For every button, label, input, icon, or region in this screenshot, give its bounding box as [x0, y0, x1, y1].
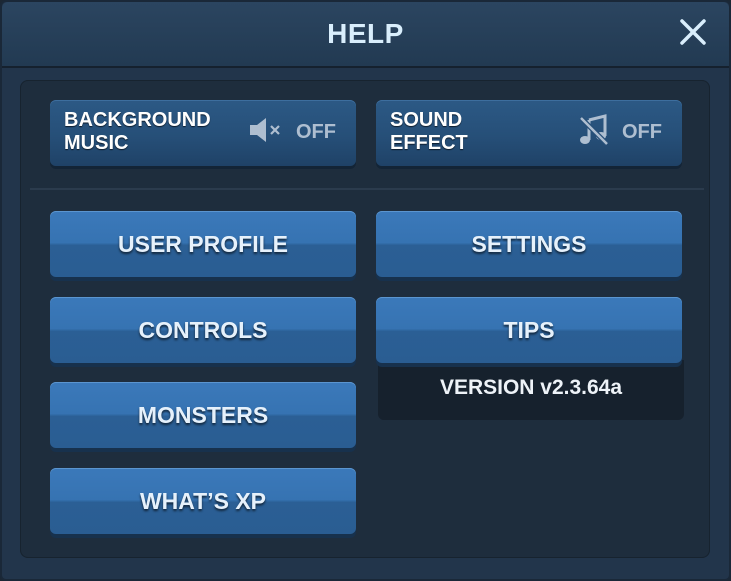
divider	[30, 188, 704, 190]
whats-xp-button[interactable]: WHAT’S XP	[50, 468, 356, 534]
sound-effect-label-line1: SOUND	[390, 109, 463, 131]
sound-effect-label: SOUND EFFECT	[390, 109, 468, 155]
background-music-label-line1: BACKGROUND	[64, 109, 211, 131]
background-music-toggle[interactable]: BACKGROUND MUSIC OFF	[50, 100, 356, 166]
help-dialog: HELP BACKGROUND MUSIC OFF SOUND EFFECT O…	[0, 0, 731, 581]
sound-effect-toggle[interactable]: SOUND EFFECT OFF	[376, 100, 682, 166]
background-music-state: OFF	[296, 121, 336, 143]
monsters-button[interactable]: MONSTERS	[50, 382, 356, 448]
controls-button[interactable]: CONTROLS	[50, 297, 356, 363]
sound-effect-label-line2: EFFECT	[390, 132, 468, 154]
dialog-title: HELP	[327, 18, 404, 49]
close-icon[interactable]	[675, 14, 711, 50]
sound-effect-state: OFF	[622, 121, 662, 143]
background-music-label: BACKGROUND MUSIC	[64, 109, 211, 155]
version-label: VERSION v2.3.64a	[378, 360, 684, 420]
settings-button[interactable]: SETTINGS	[376, 211, 682, 277]
tips-button[interactable]: TIPS	[376, 297, 682, 363]
help-panel: BACKGROUND MUSIC OFF SOUND EFFECT OFF US…	[20, 80, 710, 558]
user-profile-button[interactable]: USER PROFILE	[50, 211, 356, 277]
background-music-label-line2: MUSIC	[64, 132, 129, 154]
dialog-titlebar: HELP	[2, 2, 729, 68]
music-note-muted-icon	[578, 114, 610, 153]
speaker-muted-icon	[248, 115, 284, 150]
